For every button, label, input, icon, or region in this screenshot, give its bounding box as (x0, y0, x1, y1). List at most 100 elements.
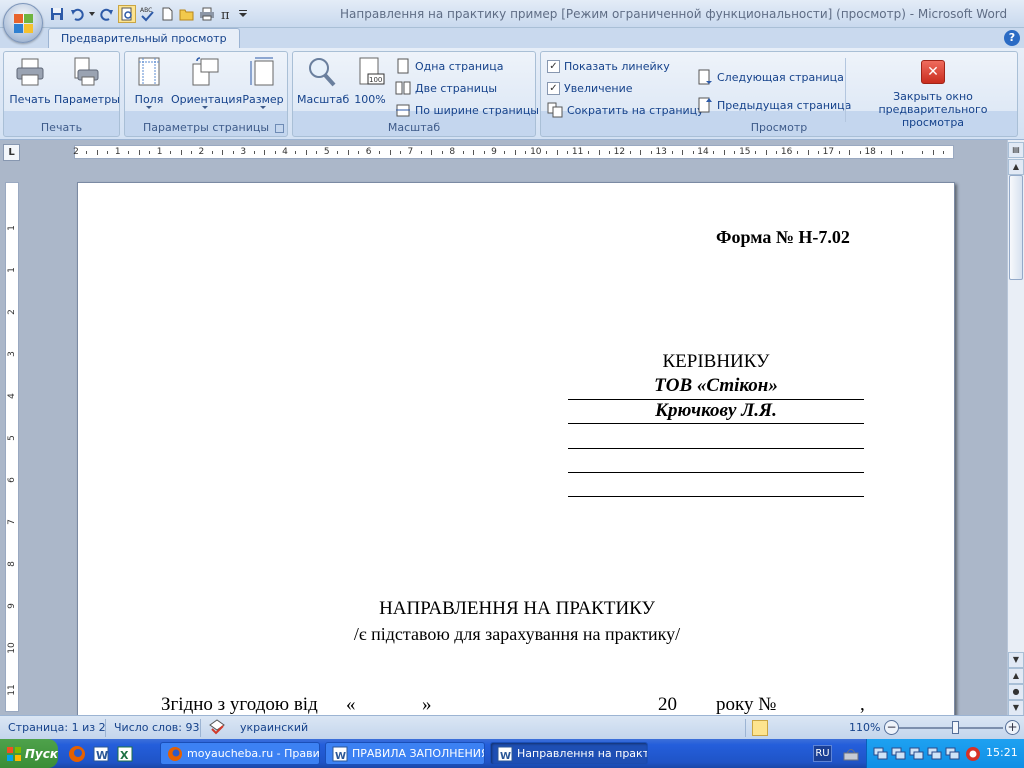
magnifier-icon (309, 58, 336, 87)
task-word-current[interactable]: W Направлення на практ... (490, 742, 648, 765)
ruler-tick (734, 151, 736, 154)
zoom-button[interactable]: Масштаб (297, 56, 349, 106)
close-window-button[interactable] (980, 0, 1022, 22)
one-page-button[interactable]: Одна страница (395, 57, 503, 75)
task-browser[interactable]: moyaucheba.ru - Прави... (160, 742, 320, 765)
undo-icon[interactable] (68, 5, 86, 23)
minimize-button[interactable] (896, 0, 938, 22)
network-icon[interactable] (909, 746, 925, 761)
network-icon[interactable] (927, 746, 943, 761)
scroll-thumb[interactable] (1009, 175, 1023, 280)
two-pages-button[interactable]: Две страницы (395, 79, 497, 97)
antivirus-icon[interactable] (965, 746, 981, 761)
zoom-slider-thumb[interactable] (952, 721, 960, 734)
network-icon[interactable] (891, 746, 907, 761)
browse-object-icon[interactable]: ● (1008, 684, 1024, 700)
ruler-number: 4 (282, 147, 288, 157)
office-button[interactable] (3, 3, 43, 43)
maximize-button[interactable] (938, 0, 980, 22)
orientation-label: Ориентация (171, 93, 243, 106)
ruler-tick (232, 151, 234, 154)
redo-icon[interactable] (98, 5, 116, 23)
ruler-tick (891, 150, 893, 155)
view-ruler-icon[interactable]: ▤ (1008, 142, 1024, 158)
group-print: Печать Параметры Печать (3, 51, 120, 137)
full-screen-reading-view-icon[interactable] (770, 720, 786, 736)
previous-page-button[interactable]: Предыдущая страница (697, 96, 851, 114)
magnifier-checkbox[interactable]: ✓ Увеличение (547, 79, 633, 97)
status-words[interactable]: Число слов: 93 (114, 721, 200, 734)
save-icon[interactable] (48, 5, 66, 23)
scroll-down-button[interactable]: ▼ (1008, 652, 1024, 668)
close-preview-button[interactable]: ✕ Закрыть окно предварительного просмотр… (849, 60, 1017, 129)
ruler-tick (880, 151, 882, 154)
tab-selector-button[interactable]: L (3, 144, 20, 161)
spelling-icon[interactable]: ABC (138, 5, 156, 23)
size-button[interactable]: Размер (241, 56, 285, 109)
page-width-button[interactable]: По ширине страницы (395, 101, 539, 119)
ruler-tick (96, 150, 98, 155)
taskbar: Пуск W X moyaucheba.ru - Прави... W ПРАВ… (0, 739, 1024, 768)
document-page[interactable]: Форма № Н-7.02 КЕРІВНИКУ ТОВ «Стікон» Кр… (77, 182, 955, 715)
tray-utility-icon[interactable] (842, 745, 860, 763)
equation-icon[interactable]: π (218, 5, 236, 23)
print-preview-icon[interactable] (118, 5, 136, 23)
proofing-icon[interactable] (208, 719, 226, 738)
form-number: Форма № Н-7.02 (716, 227, 850, 247)
scroll-up-button[interactable]: ▲ (1008, 159, 1024, 175)
print-layout-view-icon[interactable] (752, 720, 768, 736)
firefox-icon[interactable] (68, 745, 86, 763)
excel-quicklaunch-icon[interactable]: X (116, 745, 134, 763)
ruler-tick (922, 151, 924, 154)
draft-view-icon[interactable] (822, 720, 838, 736)
print-button[interactable]: Печать (8, 56, 52, 106)
network-icon[interactable] (945, 746, 961, 761)
zoom-100-button[interactable]: 100 100% (351, 56, 389, 106)
new-document-icon[interactable] (158, 5, 176, 23)
quick-print-icon[interactable] (198, 5, 216, 23)
customize-qat-icon[interactable] (238, 5, 248, 23)
previous-page-scroll-icon[interactable]: ▲ (1008, 668, 1024, 684)
margins-button[interactable]: Поля (129, 56, 169, 109)
group-zoom-label: Масштаб (387, 121, 441, 134)
help-icon[interactable]: ? (1004, 30, 1020, 46)
page-setup-dialog-launcher[interactable] (275, 124, 284, 133)
language-indicator[interactable]: RU (813, 745, 832, 762)
network-icon[interactable] (873, 746, 889, 761)
word-quicklaunch-icon[interactable]: W (92, 745, 110, 763)
shrink-one-page-button[interactable]: Сократить на страницу (547, 101, 704, 119)
next-page-scroll-icon[interactable]: ▼ (1008, 700, 1024, 716)
open-folder-icon[interactable] (178, 5, 196, 23)
status-page[interactable]: Страница: 1 из 2 (8, 721, 106, 734)
orientation-button[interactable]: Ориентация (171, 56, 243, 109)
show-ruler-check-icon: ✓ (547, 59, 560, 73)
outline-view-icon[interactable] (804, 720, 820, 736)
ruler-tick (264, 150, 266, 155)
horizontal-ruler[interactable]: 2 1 1 2 3 4 5 6 7 8 9 10 11 12 13 14 15 16 17 18 (73, 145, 954, 159)
svg-text:π: π (221, 8, 230, 21)
agreement-year-prefix: 20 (658, 694, 677, 715)
start-button[interactable]: Пуск (0, 739, 58, 768)
ruler-number: 1 (114, 147, 121, 157)
vertical-ruler[interactable]: 1 1 2 3 4 5 6 7 8 9 10 11 (5, 182, 19, 712)
ruler-number: 5 (7, 435, 17, 441)
quick-access-toolbar: ABC π (48, 4, 248, 24)
tab-print-preview[interactable]: Предварительный просмотр (48, 28, 240, 49)
zoom-level[interactable]: 110% (849, 721, 880, 734)
undo-dropdown-icon[interactable] (88, 5, 96, 23)
vertical-scrollbar[interactable]: ▤ ▲ ▼ ▲ ● ▼ (1007, 140, 1024, 716)
print-options-button[interactable]: Параметры (54, 56, 120, 106)
show-ruler-checkbox[interactable]: ✓ Показать линейку (547, 57, 670, 75)
ruler-tick (765, 150, 767, 155)
next-page-button[interactable]: Следующая страница (697, 68, 844, 86)
web-layout-view-icon[interactable] (787, 720, 803, 736)
svg-text:W: W (96, 749, 108, 762)
zoom-in-button[interactable]: + (1005, 720, 1020, 735)
recipient-line-4 (568, 472, 864, 473)
task-word-rules[interactable]: W ПРАВИЛА ЗАПОЛНЕНИЯ... (325, 742, 485, 765)
print-options-icon (74, 57, 99, 86)
zoom-slider[interactable] (899, 721, 1003, 734)
status-language[interactable]: украинский (240, 721, 308, 734)
zoom-out-button[interactable]: − (884, 720, 899, 735)
status-separator (200, 719, 201, 737)
